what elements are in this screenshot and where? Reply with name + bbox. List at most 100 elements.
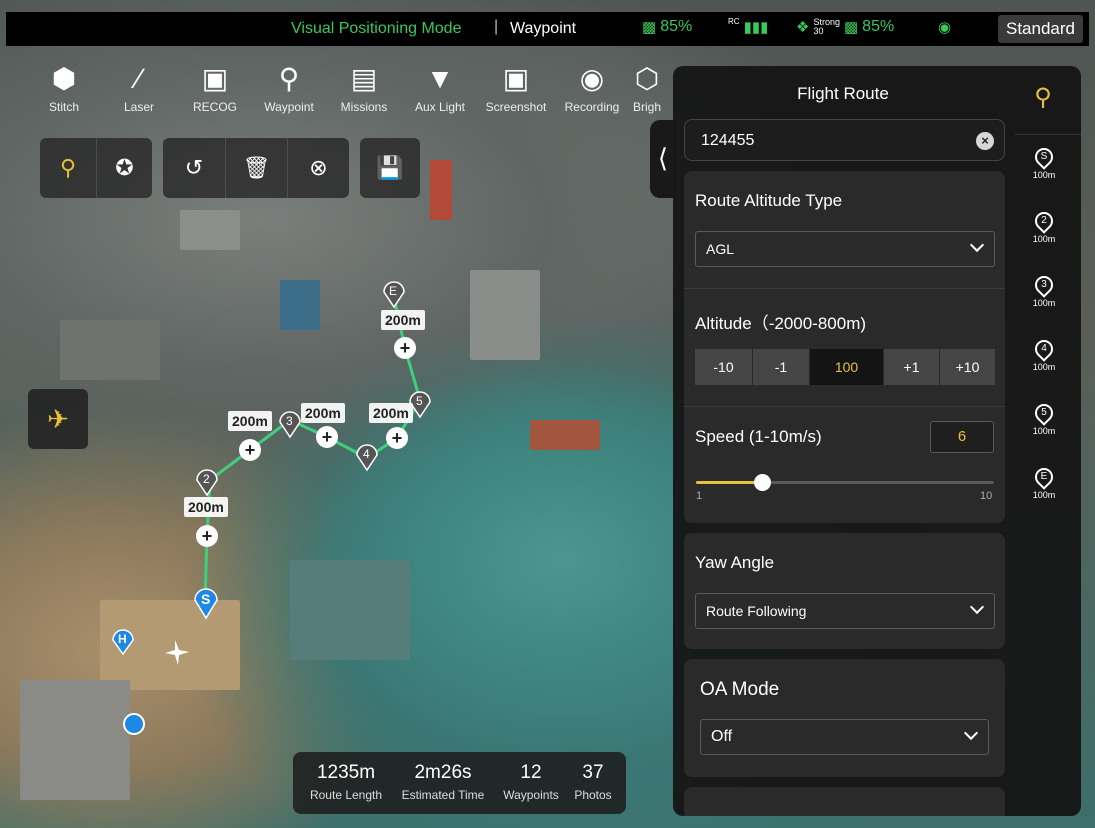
- laser-icon: ∕: [136, 63, 142, 94]
- divider: [1015, 134, 1081, 135]
- rc-battery-value: 85%: [862, 18, 895, 35]
- heliport-marker-label: H: [118, 632, 127, 646]
- chevron-down-icon: [963, 725, 979, 741]
- waypoint-pin-icon: 5: [1031, 400, 1057, 426]
- altitude-type-dropdown[interactable]: AGL: [695, 231, 995, 267]
- estimated-time-stat: 2m26s Estimated Time: [393, 762, 493, 802]
- tool-brightness[interactable]: ⬡ Brigh: [622, 58, 672, 114]
- satellite-icon: ❖: [796, 19, 810, 36]
- oa-title: OA Mode: [700, 679, 780, 700]
- segment-distance-label: 200m: [381, 310, 425, 330]
- speed-slider[interactable]: [696, 474, 994, 491]
- altitude-minus-1-button[interactable]: -1: [753, 349, 809, 385]
- close-circle-icon: ⊗: [309, 155, 328, 180]
- waypoint-icon: ⚲: [278, 63, 300, 94]
- map-building: [60, 320, 160, 380]
- tool-waypoint[interactable]: ⚲ Waypoint: [249, 58, 329, 114]
- waypoints-label: Waypoints: [503, 788, 559, 802]
- altitude-plus-1-button[interactable]: +1: [884, 349, 939, 385]
- altitude-type-title: Route Altitude Type: [695, 191, 843, 210]
- mission-type: Waypoint: [510, 20, 577, 37]
- route-mode-button[interactable]: ⚲: [40, 138, 96, 198]
- tool-stitch[interactable]: ⬢ Stitch: [24, 58, 104, 114]
- save-button[interactable]: 💾: [362, 138, 418, 198]
- tool-aux-light[interactable]: ▼ Aux Light: [400, 58, 480, 114]
- altitude-stepper: -10 -1 100 +1 +10: [695, 349, 995, 385]
- photos-label: Photos: [574, 788, 612, 802]
- yaw-dropdown[interactable]: Route Following: [695, 593, 995, 629]
- positioning-mode: Visual Positioning Mode: [291, 20, 462, 37]
- waypoint-altitude: 100m: [1032, 426, 1056, 436]
- takeoff-button[interactable]: ✈: [28, 389, 88, 449]
- waypoint-list-item[interactable]: 4 100m: [1026, 336, 1062, 372]
- speed-slider-fill: [696, 481, 762, 484]
- signal-strength-value: 30: [813, 26, 824, 36]
- next-setting-card: [684, 787, 1005, 816]
- tool-label: Stitch: [48, 100, 79, 114]
- reverse-route-icon: ↺: [184, 155, 204, 180]
- route-length-stat: 1235m Route Length: [303, 762, 389, 802]
- segment-distance-label: 200m: [228, 411, 272, 431]
- tool-screenshot[interactable]: ▣ Screenshot: [476, 58, 556, 114]
- tool-recording[interactable]: ◉ Recording: [552, 58, 632, 114]
- tool-missions[interactable]: ▤ Missions: [324, 58, 404, 114]
- route-mode-group: ⚲ ✪: [40, 138, 152, 198]
- route-name-value: 124455: [701, 132, 755, 149]
- reverse-route-button[interactable]: ↺: [163, 138, 225, 198]
- poi-mode-button[interactable]: ✪: [96, 138, 152, 198]
- delete-waypoint-button[interactable]: 🗑: [225, 138, 287, 198]
- stitch-icon: ⬢: [51, 63, 77, 94]
- estimated-time-value: 2m26s: [414, 762, 472, 783]
- clear-route-button[interactable]: ⊗: [287, 138, 349, 198]
- waypoint-list-item[interactable]: S 100m: [1026, 144, 1062, 180]
- altitude-minus-10-button[interactable]: -10: [695, 349, 752, 385]
- waypoint-marker-label[interactable]: 2: [203, 472, 210, 486]
- waypoint-list-item[interactable]: 5 100m: [1026, 400, 1062, 436]
- route-icon: ⚲: [1034, 84, 1052, 111]
- end-marker-label[interactable]: E: [389, 284, 397, 298]
- signal-strength: Strong 30: [813, 18, 840, 36]
- takeoff-icon: ✈: [47, 404, 69, 434]
- speed-title: Speed (1-10m/s): [695, 427, 822, 446]
- chevron-down-icon: [969, 599, 985, 615]
- tool-label: RECOG: [192, 100, 237, 114]
- route-list-button[interactable]: ⚲: [1023, 80, 1063, 116]
- altitude-title: Altitude（-2000-800m): [695, 314, 867, 333]
- vision-sensor: ◉: [938, 18, 951, 36]
- estimated-time-label: Estimated Time: [401, 788, 485, 802]
- waypoints-value: 12: [520, 762, 542, 783]
- start-marker-label[interactable]: S: [201, 591, 210, 607]
- route-length-label: Route Length: [309, 788, 383, 802]
- drone-battery: ▩ 85%: [642, 18, 692, 36]
- oa-dropdown[interactable]: Off: [700, 719, 989, 755]
- segment-distance-label: 200m: [301, 403, 345, 423]
- save-group: 💾: [360, 138, 420, 198]
- clear-text-icon[interactable]: ×: [976, 132, 994, 150]
- yaw-title: Yaw Angle: [695, 553, 775, 572]
- waypoint-marker-label[interactable]: 3: [286, 414, 293, 428]
- tool-laser[interactable]: ∕ Laser: [99, 58, 179, 114]
- speed-slider-handle[interactable]: [753, 474, 771, 491]
- tool-label: Laser: [123, 100, 155, 114]
- aux-light-icon: ▼: [426, 63, 454, 94]
- waypoint-list-item[interactable]: 2 100m: [1026, 208, 1062, 244]
- altitude-value[interactable]: 100: [810, 349, 883, 385]
- waypoint-marker-label[interactable]: 5: [416, 394, 423, 408]
- waypoint-list-item[interactable]: E 100m: [1026, 464, 1062, 500]
- rc-signal: RC ▮▮▮: [728, 16, 768, 37]
- waypoint-altitude: 100m: [1032, 362, 1056, 372]
- rc-label: RC: [728, 16, 740, 26]
- route-settings-card: Route Altitude Type AGL Altitude（-2000-8…: [684, 171, 1005, 523]
- map-building: [180, 210, 240, 250]
- map-building: [290, 560, 410, 660]
- waypoint-marker-label[interactable]: 4: [363, 447, 370, 461]
- oa-value: Off: [711, 728, 733, 745]
- speed-input[interactable]: 6: [930, 421, 994, 453]
- altitude-plus-10-button[interactable]: +10: [940, 349, 995, 385]
- route-name-field[interactable]: 124455 ×: [684, 119, 1005, 161]
- waypoint-altitude: 100m: [1032, 298, 1056, 308]
- flight-profile-button[interactable]: Standard: [998, 15, 1083, 43]
- chevron-down-icon: [969, 237, 985, 253]
- waypoint-list-item[interactable]: 3 100m: [1026, 272, 1062, 308]
- tool-recog[interactable]: ▣ RECOG: [175, 58, 255, 114]
